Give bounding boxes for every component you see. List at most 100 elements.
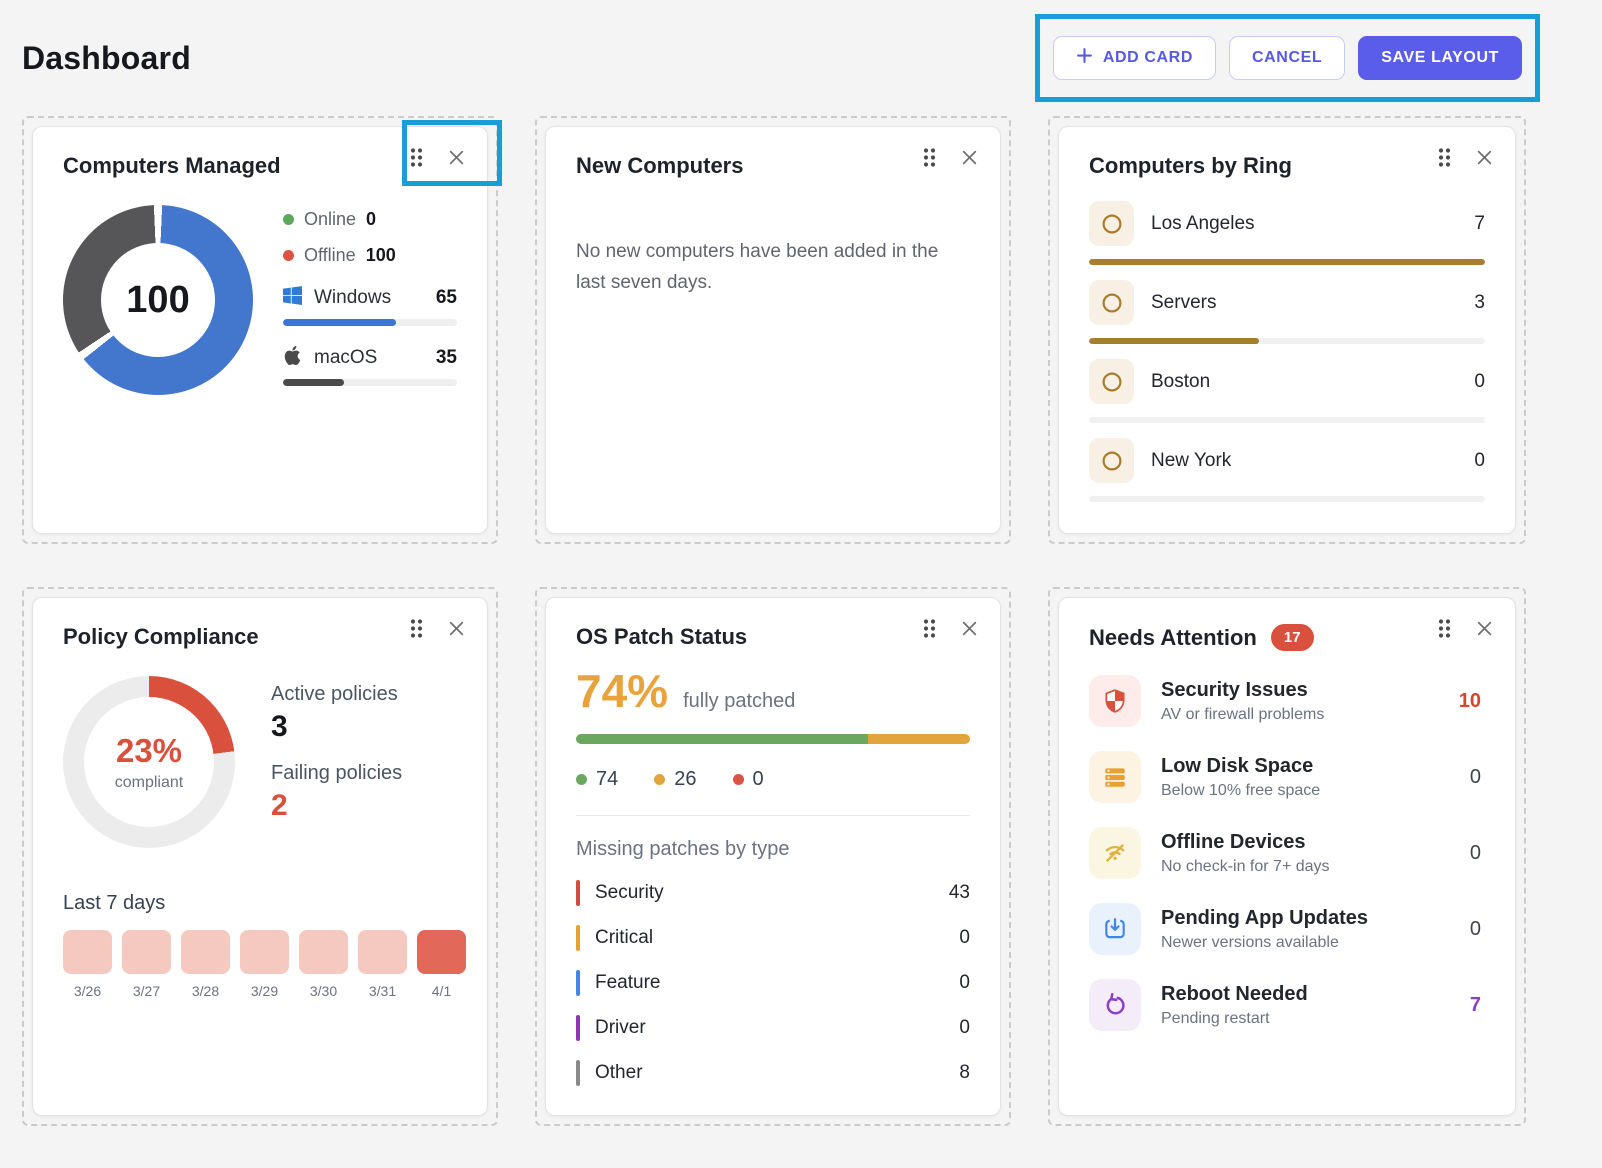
ring-value: 0 (1474, 450, 1485, 472)
attention-title: Security Issues (1161, 679, 1439, 702)
patch-type-row: Security43 (576, 880, 970, 906)
legend-value: 100 (366, 245, 396, 266)
history-day-date: 3/27 (122, 983, 171, 999)
wifi-off-icon (1089, 827, 1141, 879)
windows-icon (283, 286, 302, 310)
history-day-square (299, 930, 348, 974)
attention-subtitle: Below 10% free space (1161, 782, 1450, 800)
legend-item: 74 (576, 768, 618, 791)
card-title: Computers Managed (63, 153, 457, 179)
close-icon[interactable] (448, 620, 465, 637)
ring-row: New York 0 (1089, 438, 1485, 502)
patch-type-row: Other8 (576, 1060, 970, 1086)
history-day: 3/28 (181, 930, 230, 999)
attention-value: 7 (1470, 994, 1485, 1017)
os-value: 65 (436, 287, 457, 309)
page-header: Dashboard ADD CARD CANCEL SAVE LAYOUT (0, 0, 1602, 102)
history-day-date: 3/26 (63, 983, 112, 999)
attention-value: 10 (1459, 690, 1485, 713)
drag-handle-icon[interactable] (1437, 618, 1452, 639)
apple-icon (283, 346, 302, 370)
legend-item-online: Online 0 (283, 209, 457, 230)
cancel-button[interactable]: CANCEL (1229, 36, 1345, 80)
restart-icon (1089, 979, 1141, 1031)
os-label: Windows (314, 287, 424, 309)
patch-type-list: Security43 Critical0 Feature0 Driver0 Ot… (576, 880, 970, 1086)
drag-handle-icon[interactable] (409, 147, 424, 168)
green-dot (576, 774, 587, 785)
card-policy-compliance: Policy Compliance 23% compliant Active p… (32, 597, 488, 1116)
patch-type-row: Feature0 (576, 970, 970, 996)
computers-managed-legend: Online 0 Offline 100 Windows (283, 205, 457, 395)
history-day-square (63, 930, 112, 974)
type-tick (576, 880, 580, 906)
plus-icon (1076, 47, 1093, 69)
history-day: 4/1 (417, 930, 466, 999)
compliance-history: 3/26 3/27 3/28 3/29 3/30 3/31 4/1 (63, 930, 457, 999)
partial-segment (868, 734, 970, 744)
type-label: Security (595, 882, 934, 904)
attention-text: Pending App Updates Newer versions avail… (1161, 907, 1450, 952)
attention-list: Security Issues AV or firewall problems … (1089, 675, 1485, 1031)
type-value: 0 (959, 927, 970, 949)
legend-item: 0 (733, 768, 764, 791)
history-day-square (122, 930, 171, 974)
drag-handle-icon[interactable] (1437, 147, 1452, 168)
failing-policies-value: 2 (271, 789, 402, 823)
policy-donut: 23% compliant (63, 676, 235, 848)
close-icon[interactable] (448, 149, 465, 166)
attention-text: Reboot Needed Pending restart (1161, 983, 1450, 1028)
close-icon[interactable] (961, 149, 978, 166)
attention-row-updates: Pending App Updates Newer versions avail… (1089, 903, 1485, 955)
type-value: 0 (959, 972, 970, 994)
drag-handle-icon[interactable] (409, 618, 424, 639)
type-tick (576, 925, 580, 951)
card-slot-policy-compliance: Policy Compliance 23% compliant Active p… (22, 587, 498, 1126)
attention-row-reboot: Reboot Needed Pending restart 7 (1089, 979, 1485, 1031)
patched-segment (576, 734, 868, 744)
attention-subtitle: No check-in for 7+ days (1161, 858, 1450, 876)
os-value: 35 (436, 347, 457, 369)
attention-title: Pending App Updates (1161, 907, 1450, 930)
history-day: 3/27 (122, 930, 171, 999)
card-computers-by-ring: Computers by Ring Los Angeles 7 Servers … (1058, 126, 1516, 534)
drag-handle-icon[interactable] (922, 618, 937, 639)
history-day: 3/30 (299, 930, 348, 999)
disk-stack-icon (1089, 751, 1141, 803)
card-os-patch-status: OS Patch Status 74% fully patched 74 26 … (545, 597, 1001, 1116)
computers-managed-donut: 100 (63, 205, 253, 395)
patch-legend: 74 26 0 (576, 768, 970, 791)
ring-value: 7 (1474, 213, 1485, 235)
card-needs-attention: Needs Attention 17 Security Issues (1058, 597, 1516, 1116)
legend-label: Online (304, 209, 356, 230)
red-dot (733, 774, 744, 785)
ring-bar (1089, 338, 1259, 344)
add-card-button[interactable]: ADD CARD (1053, 36, 1216, 80)
patch-type-row: Critical0 (576, 925, 970, 951)
macos-bar (283, 379, 344, 386)
close-icon[interactable] (1476, 620, 1493, 637)
ring-label: New York (1151, 450, 1457, 472)
compliance-caption: compliant (115, 774, 183, 792)
card-title: OS Patch Status (576, 624, 970, 650)
close-icon[interactable] (1476, 149, 1493, 166)
attention-value: 0 (1470, 842, 1485, 865)
save-layout-button[interactable]: SAVE LAYOUT (1358, 36, 1522, 80)
legend-value: 0 (366, 209, 376, 230)
toolbar-highlight-box: ADD CARD CANCEL SAVE LAYOUT (1035, 14, 1540, 102)
history-day: 3/26 (63, 930, 112, 999)
legend-label: Offline (304, 245, 356, 266)
ring-row: Servers 3 (1089, 280, 1485, 344)
close-icon[interactable] (961, 620, 978, 637)
ring-label: Servers (1151, 292, 1457, 314)
history-day-date: 4/1 (417, 983, 466, 999)
compliance-percent: 23% (116, 732, 182, 770)
ring-label: Los Angeles (1151, 213, 1457, 235)
card-slot-computers-by-ring: Computers by Ring Los Angeles 7 Servers … (1048, 116, 1526, 544)
drag-handle-icon[interactable] (922, 147, 937, 168)
attention-subtitle: AV or firewall problems (1161, 706, 1439, 724)
shield-icon (1089, 675, 1141, 727)
type-value: 0 (959, 1017, 970, 1039)
save-layout-label: SAVE LAYOUT (1381, 49, 1499, 67)
legend-item: 26 (654, 768, 696, 791)
